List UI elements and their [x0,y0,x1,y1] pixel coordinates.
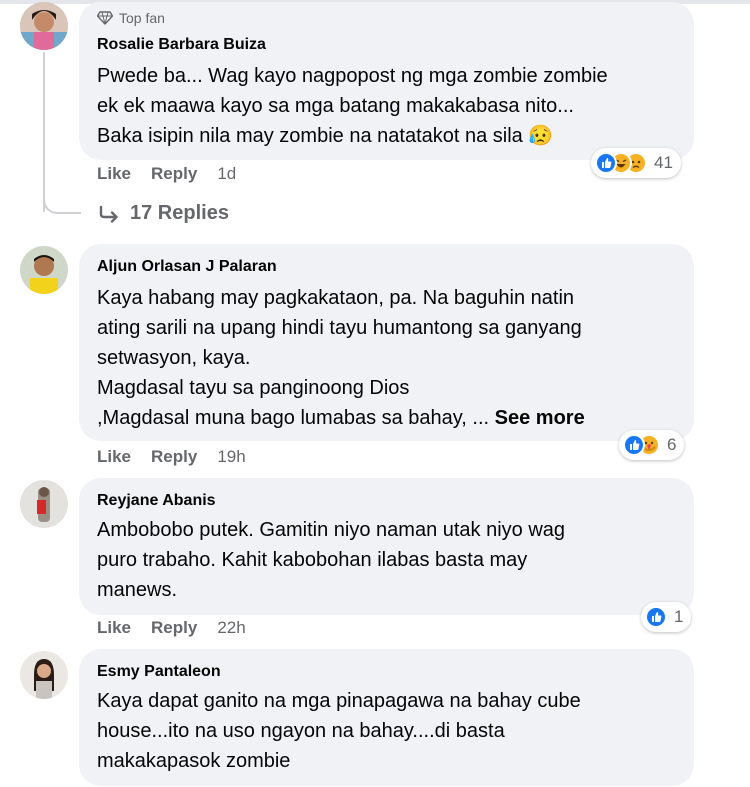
avatar[interactable] [20,2,68,50]
like-icon [645,606,667,628]
comment-author[interactable]: Reyjane Abanis [97,492,216,510]
like-icon [595,152,617,174]
comment-line: Kaya habang may pagkakataon, pa. Na bagu… [97,287,575,309]
reply-arrow-icon [99,205,118,223]
reaction-count: 1 [674,607,684,626]
see-more-link[interactable]: See more [495,407,585,429]
diamond-icon [97,11,113,25]
comment-line: Ambobobo putek. Gamitin niyo naman utak … [97,519,566,541]
avatar[interactable] [20,651,68,699]
like-button[interactable]: Like [97,618,131,637]
avatar-photo [20,2,68,50]
thread-curve [43,190,81,214]
badge-label: Top fan [119,10,165,26]
comment-bubble: Reyjane Abanis Ambobobo putek. Gamitin n… [79,478,694,615]
timestamp[interactable]: 1d [217,164,236,183]
comment-text: Kaya dapat ganito na mga pinapagawa na b… [97,686,672,776]
comment-line: Kaya dapat ganito na mga pinapagawa na b… [97,690,581,712]
comment-actions: Like Reply 1d [97,164,256,184]
thread-line [43,52,45,212]
like-icon [623,434,645,456]
reaction-summary[interactable]: 1 [641,602,692,632]
comment-actions: Like Reply 22h [97,618,266,638]
comment-bubble: Esmy Pantaleon Kaya dapat ganito na mga … [79,649,694,786]
top-fan-badge: Top fan [97,10,165,26]
reaction-count: 6 [667,435,677,454]
comment-bubble: Aljun Orlasan J Palaran Kaya habang may … [79,244,694,441]
reaction-summary[interactable]: 6 [619,430,685,460]
reaction-summary[interactable]: 41 [591,148,681,178]
comment-author[interactable]: Esmy Pantaleon [97,663,221,681]
avatar-photo [20,651,68,699]
comment-actions: Like Reply 19h [97,447,266,467]
comment-text: Ambobobo putek. Gamitin niyo naman utak … [97,515,672,605]
comment-line: Magdasal tayu sa panginoong Dios [97,377,410,399]
comment-line: puro trabaho. Kahit kabobohan ilabas bas… [97,549,528,571]
reply-button[interactable]: Reply [151,618,197,637]
comment-line: Pwede ba... Wag kayo nagpopost ng mga zo… [97,65,608,87]
avatar-photo [20,480,68,528]
comment-line: Baka isipin nila may zombie na natatakot… [97,125,554,147]
comment-author[interactable]: Rosalie Barbara Buiza [97,36,266,54]
reply-button[interactable]: Reply [151,164,197,183]
comment-bubble: Top fan Rosalie Barbara Buiza Pwede ba..… [79,2,694,160]
comment-line: setwasyon, kaya. [97,347,251,369]
replies-count: 17 Replies [130,202,229,224]
comment-line: ,Magdasal muna bago lumabas sa bahay, ..… [97,407,490,429]
comment-text: Pwede ba... Wag kayo nagpopost ng mga zo… [97,61,672,151]
timestamp[interactable]: 22h [217,618,245,637]
reaction-count: 41 [654,153,673,172]
reply-button[interactable]: Reply [151,447,197,466]
avatar-photo [20,246,68,294]
comment-line: manews. [97,579,178,601]
comment-author[interactable]: Aljun Orlasan J Palaran [97,258,277,276]
timestamp[interactable]: 19h [217,447,245,466]
comment-line: makakapasok zombie [97,750,291,772]
like-button[interactable]: Like [97,447,131,466]
comment-line: ek ek maawa kayo sa mga batang makakabas… [97,95,574,117]
avatar[interactable] [20,246,68,294]
comment-text: Kaya habang may pagkakataon, pa. Na bagu… [97,283,672,433]
comment-line: ating sarili na upang hindi tayu humanto… [97,317,582,339]
view-replies-button[interactable]: 17 Replies [98,202,229,225]
like-button[interactable]: Like [97,164,131,183]
comment-line: house...ito na uso ngayon na bahay....di… [97,720,505,742]
avatar[interactable] [20,480,68,528]
